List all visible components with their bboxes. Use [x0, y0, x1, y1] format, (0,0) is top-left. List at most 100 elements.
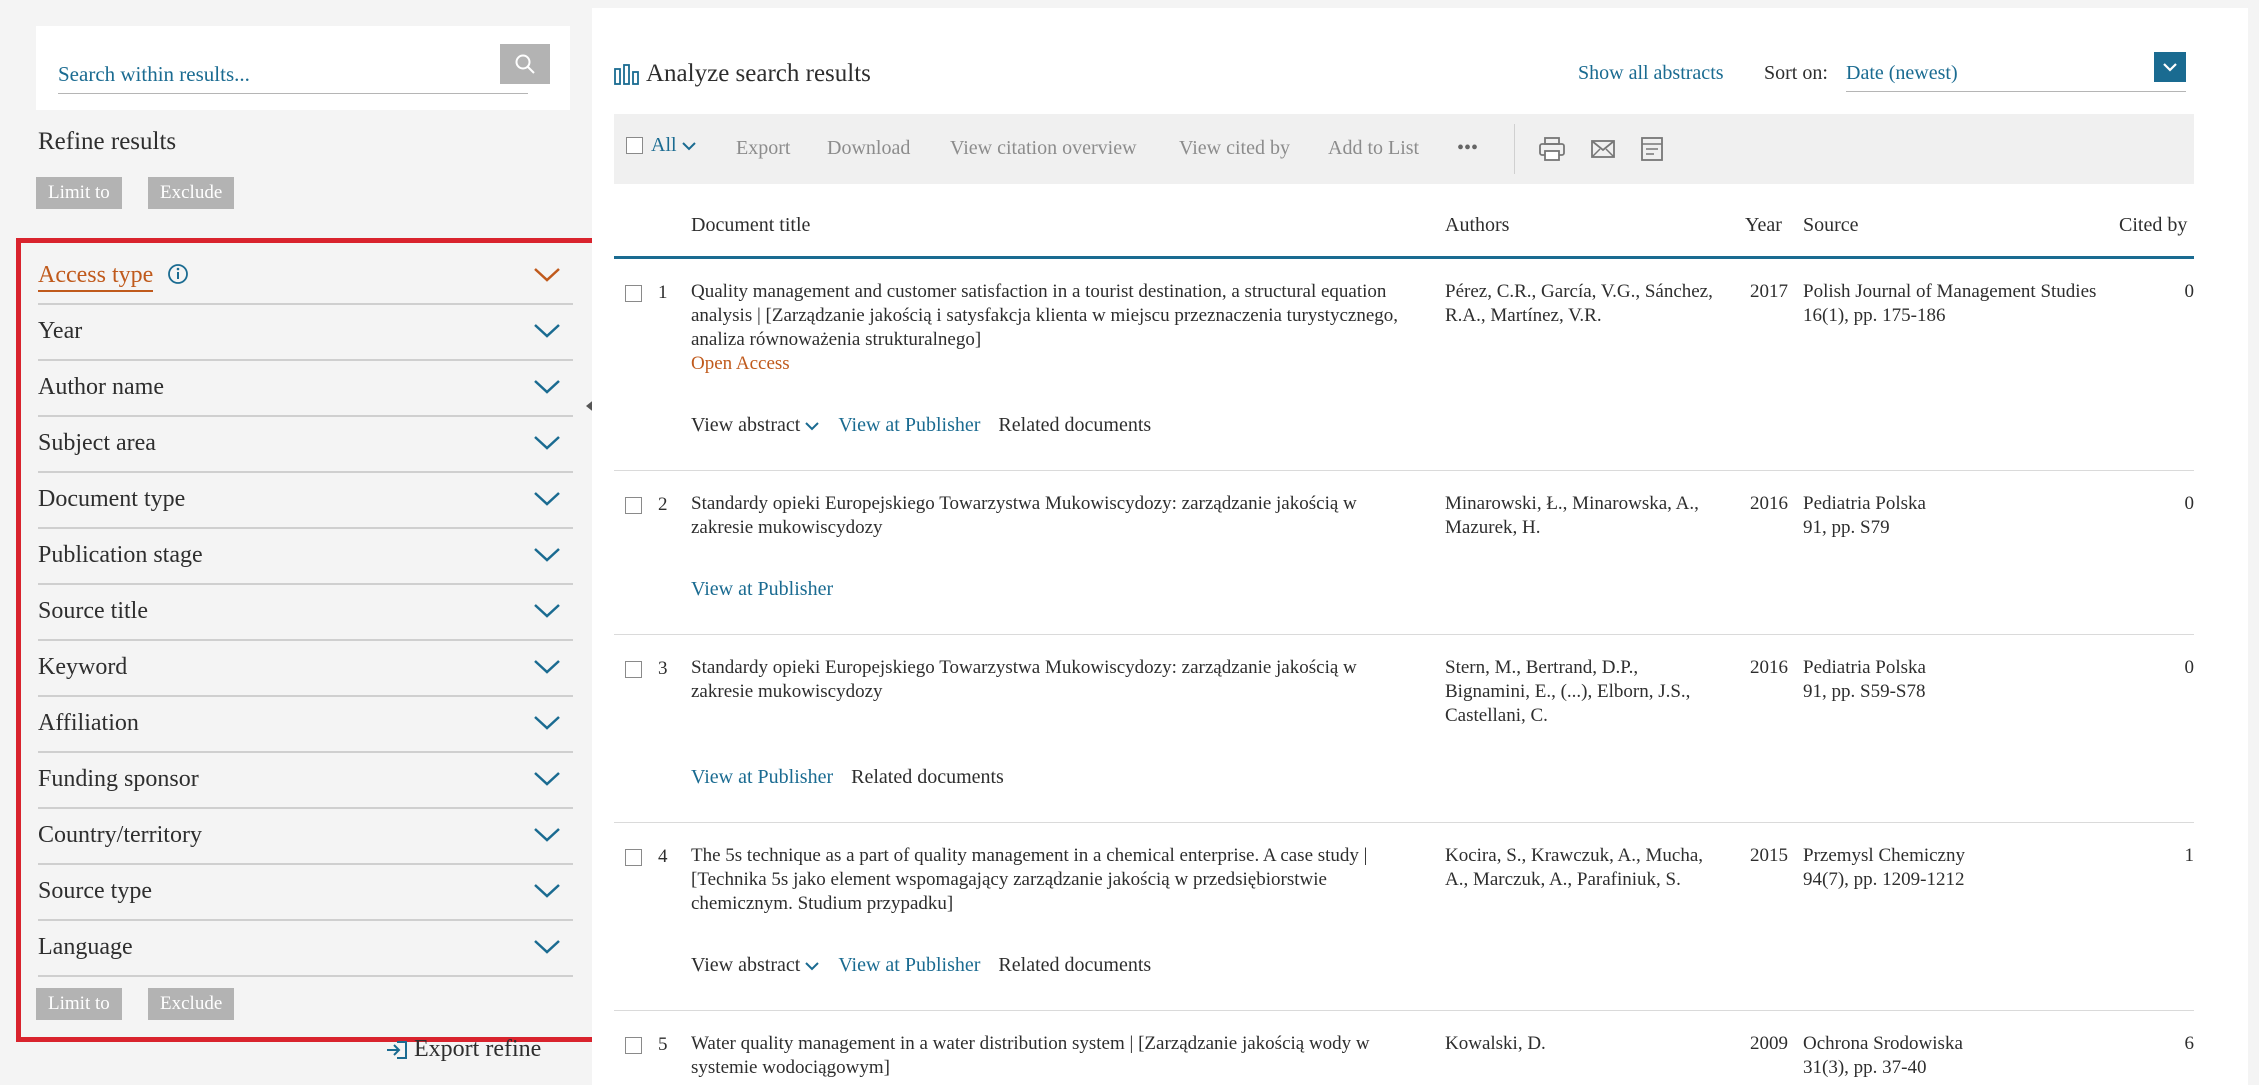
limit-to-button-top[interactable]: Limit to [36, 177, 122, 209]
document-title[interactable]: Water quality management in a water dist… [691, 1032, 1421, 1080]
facet-country-territory[interactable]: Country/territory [38, 811, 573, 865]
results-panel: Analyze search results Show all abstract… [592, 8, 2248, 1085]
view-citation-overview-button[interactable]: View citation overview [950, 137, 1137, 160]
results-toolbar: All Export Download View citation overvi… [614, 114, 2194, 184]
authors[interactable]: Kowalski, D. [1445, 1032, 1715, 1056]
document-title-link[interactable]: Quality management and customer satisfac… [691, 280, 1421, 376]
cited-by-count[interactable]: 0 [2122, 656, 2195, 680]
export-button[interactable]: Export [736, 137, 790, 160]
facet-label: Affiliation [38, 710, 139, 736]
row-checkbox[interactable] [625, 849, 642, 866]
row-divider [614, 634, 2194, 635]
related-documents-link[interactable]: Related documents [998, 954, 1151, 977]
related-documents-link[interactable]: Related documents [998, 414, 1151, 437]
view-abstract-label: View abstract [691, 954, 801, 976]
sort-select[interactable]: Date (newest) [1846, 56, 2186, 92]
source-title[interactable]: Ochrona Srodowiska [1803, 1033, 1963, 1054]
sort-dropdown-toggle[interactable] [2154, 52, 2186, 82]
add-to-list-button[interactable]: Add to List [1328, 137, 1419, 160]
authors[interactable]: Stern, M., Bertrand, D.P., Bignamini, E.… [1445, 656, 1715, 728]
chevron-down-icon [534, 492, 560, 506]
search-button[interactable] [500, 44, 550, 84]
row-checkbox[interactable] [625, 285, 642, 302]
facet-subject-area[interactable]: Subject area [38, 419, 573, 473]
year: 2017 [1750, 281, 1788, 302]
facet-source-type[interactable]: Source type [38, 867, 573, 921]
source-detail: 94(7), pp. 1209-1212 [1803, 869, 1965, 890]
print-icon[interactable] [1538, 136, 1566, 162]
export-refine-link[interactable]: Export refine [386, 1036, 541, 1063]
info-icon[interactable] [167, 263, 189, 285]
column-header-cited-by[interactable]: Cited by [2119, 214, 2187, 237]
search-within-results-input[interactable] [58, 46, 528, 94]
row-checkbox[interactable] [625, 1037, 642, 1054]
download-button[interactable]: Download [827, 137, 910, 160]
source[interactable]: Przemysl Chemiczny 94(7), pp. 1209-1212 [1803, 844, 2103, 892]
facet-label: Source type [38, 878, 152, 904]
show-all-abstracts-link[interactable]: Show all abstracts [1578, 62, 1724, 85]
authors[interactable]: Pérez, C.R., García, V.G., Sánchez, R.A.… [1445, 280, 1715, 328]
row-checkbox[interactable] [625, 497, 642, 514]
document-title[interactable]: Standardy opieki Europejskiego Towarzyst… [691, 656, 1421, 704]
facet-publication-stage[interactable]: Publication stage [38, 531, 573, 585]
limit-to-button-bottom[interactable]: Limit to [36, 988, 122, 1020]
view-abstract-toggle[interactable]: View abstract [691, 414, 820, 437]
facet-funding-sponsor[interactable]: Funding sponsor [38, 755, 573, 809]
cited-by-count[interactable]: 6 [2122, 1032, 2195, 1056]
toolbar-divider [1514, 124, 1515, 174]
facet-source-title[interactable]: Source title [38, 587, 573, 641]
source[interactable]: Pediatria Polska 91, pp. S59-S78 [1803, 656, 2103, 704]
document-title[interactable]: Quality management and customer satisfac… [691, 281, 1398, 350]
facet-keyword[interactable]: Keyword [38, 643, 573, 697]
column-header-authors[interactable]: Authors [1445, 214, 1509, 237]
source[interactable]: Pediatria Polska 91, pp. S79 [1803, 492, 2103, 540]
view-at-publisher-link[interactable]: View at Publisher [838, 954, 980, 977]
facet-language[interactable]: Language [38, 923, 573, 977]
column-header-title[interactable]: Document title [691, 214, 810, 237]
chevron-down-icon [534, 604, 560, 618]
source[interactable]: Ochrona Srodowiska 31(3), pp. 37-40 [1803, 1032, 2103, 1080]
checkbox[interactable] [626, 137, 643, 154]
facet-affiliation[interactable]: Affiliation [38, 699, 573, 753]
analyze-search-results-link[interactable]: Analyze search results [614, 60, 871, 88]
exclude-button-top[interactable]: Exclude [148, 177, 235, 209]
authors[interactable]: Kocira, S., Krawczuk, A., Mucha, A., Mar… [1445, 844, 1715, 892]
facet-label: Funding sponsor [38, 766, 199, 792]
source-detail: 91, pp. S79 [1803, 517, 1890, 538]
row-divider [614, 822, 2194, 823]
select-all-label: All [651, 134, 677, 156]
facet-access-type[interactable]: Access type [38, 251, 573, 305]
column-header-year[interactable]: Year [1745, 214, 1782, 237]
email-icon[interactable] [1590, 139, 1616, 159]
source-title[interactable]: Pediatria Polska [1803, 657, 1926, 678]
open-access-badge: Open Access [691, 353, 790, 374]
view-at-publisher-link[interactable]: View at Publisher [838, 414, 980, 437]
facet-author-name[interactable]: Author name [38, 363, 573, 417]
bibliography-icon[interactable] [1640, 136, 1664, 162]
source-title[interactable]: Przemysl Chemiczny [1803, 845, 1965, 866]
row-links: View abstract View at Publisher Related … [691, 414, 1151, 437]
row-number: 2 [658, 494, 668, 515]
source-title[interactable]: Polish Journal of Management Studies [1803, 281, 2096, 302]
column-header-source[interactable]: Source [1803, 214, 1859, 237]
select-all-checkbox[interactable]: All [626, 134, 697, 157]
exclude-button-bottom[interactable]: Exclude [148, 988, 235, 1020]
authors[interactable]: Minarowski, Ł., Minarowska, A., Mazurek,… [1445, 492, 1715, 540]
cited-by-count[interactable]: 1 [2122, 844, 2195, 868]
view-at-publisher-link[interactable]: View at Publisher [691, 766, 833, 789]
facet-label: Keyword [38, 654, 128, 680]
view-cited-by-button[interactable]: View cited by [1179, 137, 1290, 160]
row-checkbox[interactable] [625, 661, 642, 678]
view-at-publisher-link[interactable]: View at Publisher [691, 578, 833, 601]
view-abstract-toggle[interactable]: View abstract [691, 954, 820, 977]
related-documents-link[interactable]: Related documents [851, 766, 1004, 789]
document-title[interactable]: The 5s technique as a part of quality ma… [691, 844, 1421, 916]
facet-document-type[interactable]: Document type [38, 475, 573, 529]
source-title[interactable]: Pediatria Polska [1803, 493, 1926, 514]
cited-by-count[interactable]: 0 [2122, 492, 2195, 516]
cited-by-count[interactable]: 0 [2122, 280, 2195, 304]
more-options-button[interactable]: ••• [1457, 137, 1478, 160]
source[interactable]: Polish Journal of Management Studies 16(… [1803, 280, 2103, 328]
document-title[interactable]: Standardy opieki Europejskiego Towarzyst… [691, 492, 1421, 540]
facet-year[interactable]: Year [38, 307, 573, 361]
